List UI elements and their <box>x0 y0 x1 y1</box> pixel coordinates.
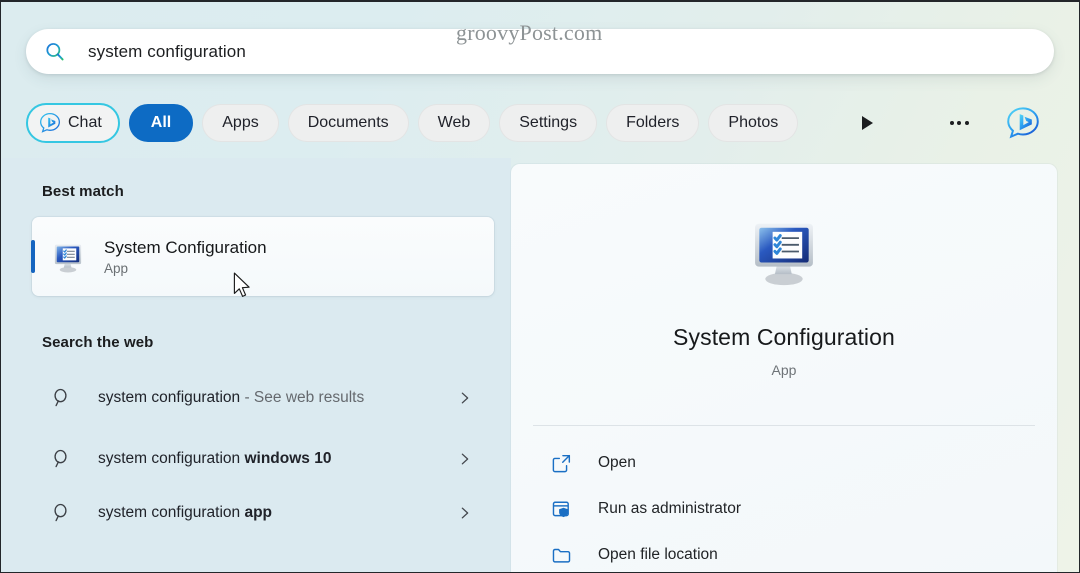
preview-pane: System Configuration App Open Run as adm… <box>511 164 1057 572</box>
play-arrow-icon <box>861 116 873 130</box>
preview-icon-wrap <box>511 212 1057 290</box>
folder-icon <box>552 548 571 563</box>
magnifier-icon <box>54 388 67 407</box>
filter-pill-documents-label: Documents <box>307 114 389 131</box>
system-configuration-icon <box>755 223 813 286</box>
filter-pill-folders[interactable]: Folders <box>606 104 700 142</box>
web-suggestion-query: system configuration <box>98 503 245 521</box>
web-suggestion-label: system configuration app <box>98 501 272 525</box>
chevron-right-icon <box>461 453 469 465</box>
filter-pill-all[interactable]: All <box>128 104 194 142</box>
watermark-text: groovyPost.com <box>456 20 603 45</box>
action-open-file-location[interactable]: Open file location <box>511 532 1057 572</box>
web-suggestion-label: system configuration windows 10 <box>98 447 331 471</box>
results-pane: Best match System Configuration App Sear… <box>2 158 511 572</box>
bing-chat-button[interactable] <box>1006 106 1040 140</box>
filter-scroll-right-button[interactable] <box>850 106 884 140</box>
action-open-label: Open <box>598 454 636 471</box>
filter-pill-settings[interactable]: Settings <box>499 104 598 142</box>
selection-indicator <box>31 240 35 273</box>
web-suggestion-query: system configuration <box>98 388 241 406</box>
filter-pill-settings-label: Settings <box>519 114 578 131</box>
filter-pill-photos-label: Photos <box>728 114 779 131</box>
chevron-right-icon <box>461 507 469 519</box>
chevron-right-icon <box>461 392 469 404</box>
search-the-web-heading: Search the web <box>42 334 154 351</box>
web-suggestion-bold: windows 10 <box>244 449 332 467</box>
windows-search-flyout: groovyPost.com system configuration Chat… <box>0 0 1080 573</box>
action-run-as-administrator-label: Run as administrator <box>598 500 742 517</box>
search-options-button[interactable] <box>942 106 976 140</box>
web-suggestion-row[interactable]: system configuration windows 10 <box>32 432 502 486</box>
system-configuration-icon <box>54 244 82 272</box>
web-suggestion-row[interactable]: system configuration app <box>32 486 502 540</box>
filter-pill-apps-label: Apps <box>222 114 259 131</box>
filter-pill-documents[interactable]: Documents <box>287 104 409 142</box>
action-open[interactable]: Open <box>511 440 1057 486</box>
magnifier-icon <box>54 503 67 522</box>
best-match-result[interactable]: System Configuration App <box>31 217 494 296</box>
search-input-value[interactable]: system configuration <box>88 42 246 62</box>
magnifier-icon <box>54 449 67 468</box>
filter-pill-apps[interactable]: Apps <box>202 104 279 142</box>
filter-pill-web[interactable]: Web <box>417 104 491 142</box>
action-run-as-administrator[interactable]: Run as administrator <box>511 486 1057 532</box>
best-match-subtitle: App <box>104 261 129 277</box>
filter-bar: Chat All Apps Documents Web Settings Fol… <box>26 100 1056 146</box>
web-suggestion-row[interactable]: system configuration - See web results <box>32 364 502 432</box>
open-external-icon <box>552 454 571 472</box>
filter-pill-chat[interactable]: Chat <box>26 103 120 143</box>
web-suggestion-list: system configuration - See web results s… <box>32 364 502 540</box>
preview-actions: Open Run as administrator Open file loca… <box>511 440 1057 572</box>
preview-title: System Configuration <box>673 324 895 350</box>
web-suggestion-query: system configuration <box>98 449 245 467</box>
best-match-text: System Configuration App <box>104 237 267 276</box>
best-match-title: System Configuration <box>104 237 267 257</box>
ellipsis-icon <box>949 121 969 125</box>
bing-icon <box>1007 107 1039 139</box>
filter-pill-photos[interactable]: Photos <box>708 104 799 142</box>
action-open-file-location-label: Open file location <box>598 546 718 563</box>
filter-pill-all-label: All <box>150 114 172 131</box>
preview-divider <box>533 425 1035 426</box>
web-suggestion-label: system configuration - See web results <box>98 386 364 410</box>
shield-admin-icon <box>552 501 569 517</box>
filter-pill-folders-label: Folders <box>626 114 680 131</box>
filter-pill-chat-label: Chat <box>68 114 102 131</box>
web-suggestion-suffix: - See web results <box>240 388 365 406</box>
best-match-heading: Best match <box>42 183 124 200</box>
filter-pill-web-label: Web <box>437 114 471 131</box>
search-icon <box>46 42 64 60</box>
web-suggestion-bold: app <box>244 503 273 521</box>
bing-chat-icon <box>39 112 61 133</box>
preview-subtitle: App <box>771 362 797 378</box>
